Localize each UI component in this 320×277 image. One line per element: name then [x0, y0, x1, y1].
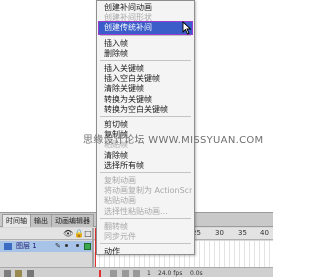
tab-output[interactable]: 输出 — [30, 214, 52, 227]
watermark: 思缘设计论坛 WWW.MISSYUAN.COM — [83, 135, 264, 146]
menu-item: 同步元件 — [104, 232, 136, 241]
menu-item[interactable]: 选择所有帧 — [99, 160, 192, 172]
onion-outline-icon[interactable] — [122, 270, 129, 277]
mouse-pointer-icon — [182, 21, 192, 35]
layer-name[interactable]: 图层 1 — [16, 241, 37, 252]
current-frame: 1 — [147, 270, 151, 277]
lock-dot-icon[interactable] — [76, 244, 79, 247]
context-menu: 创建补间动画 创建补间形状 创建传统补间 插入帧 删除帧 插入关键帧 插入空白关键帧 清除关键… — [96, 0, 195, 258]
menu-item: 选择性粘贴动画... — [104, 206, 168, 216]
elapsed-time: 0.0s — [190, 270, 203, 277]
new-folder-icon[interactable] — [15, 270, 22, 277]
menu-separator — [100, 217, 191, 219]
menu-item[interactable]: 创建传统补间 — [98, 21, 193, 36]
outline-color-icon[interactable] — [84, 243, 91, 250]
menu-item[interactable]: 转换为空白关键帧 — [99, 104, 192, 116]
ruler-tick: 40 — [260, 229, 269, 237]
menu-item[interactable]: 动作 — [99, 246, 192, 258]
visible-dot-icon[interactable] — [65, 244, 68, 247]
edit-multiple-icon[interactable] — [133, 270, 140, 277]
menu-separator — [100, 116, 191, 117]
onion-skin-icon[interactable] — [110, 270, 117, 277]
menu-separator — [100, 172, 191, 173]
ruler-tick: 30 — [215, 229, 224, 237]
new-layer-icon[interactable] — [4, 270, 11, 277]
delete-layer-icon[interactable] — [27, 270, 34, 277]
lock-icon[interactable]: 🔒 — [74, 230, 84, 238]
outline-icon[interactable]: □ — [84, 230, 92, 238]
layer-icon — [4, 243, 12, 250]
menu-separator — [100, 60, 191, 61]
menu-item[interactable]: 删除帧 — [99, 48, 192, 60]
frame-rate: 24.0 fps — [158, 270, 183, 277]
center-frame-icon[interactable] — [99, 270, 101, 277]
tab-timeline[interactable]: 时间轴 — [2, 214, 31, 227]
menu-separator — [100, 34, 191, 36]
eye-icon[interactable]: 👁 — [63, 230, 73, 238]
tab-motion-editor[interactable]: 动画编辑器 — [51, 214, 94, 227]
menu-separator — [100, 243, 191, 245]
timeline-footer: 1 24.0 fps 0.0s — [0, 267, 273, 277]
pencil-icon: ✎ — [55, 242, 61, 250]
ruler-tick: 35 — [238, 229, 247, 237]
